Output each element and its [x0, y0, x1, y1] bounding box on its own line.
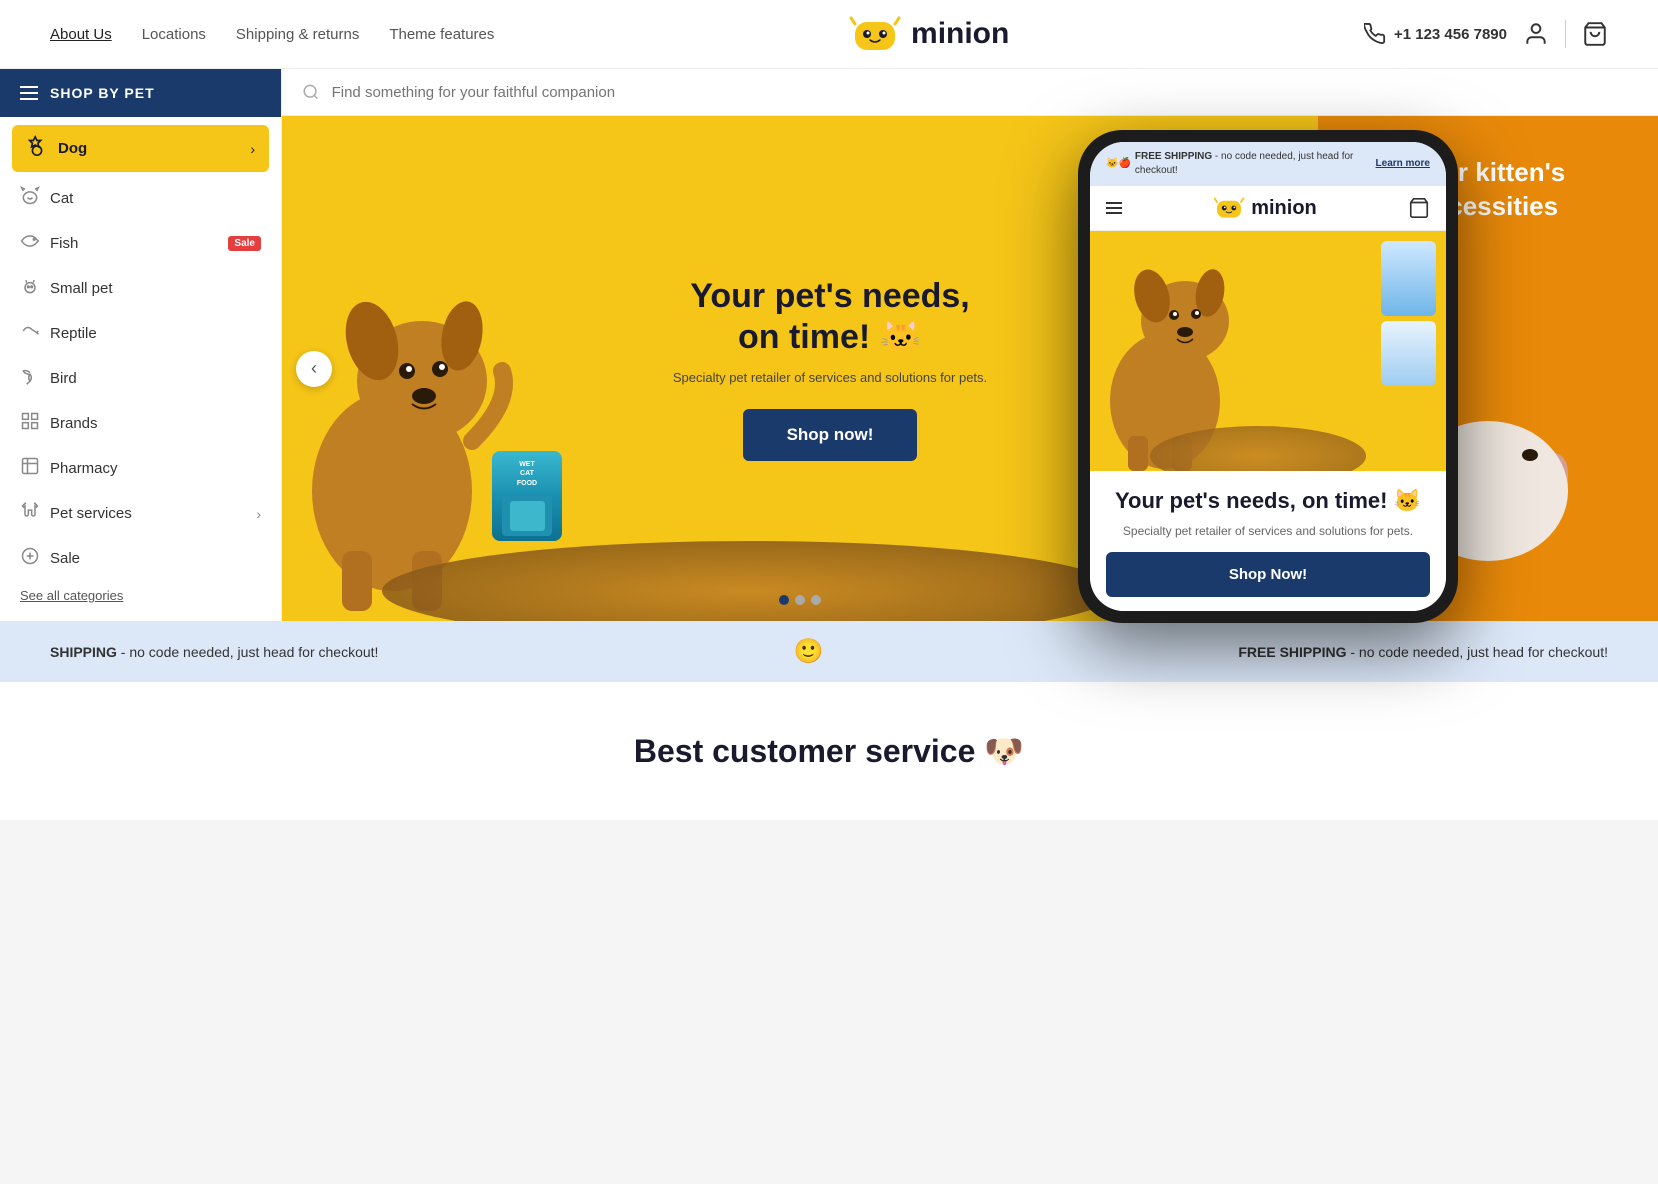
phone-hero-subtitle: Specialty pet retailer of services and s… [1106, 524, 1430, 538]
hero-dot-2[interactable] [795, 595, 805, 605]
search-area [282, 69, 1658, 116]
phone-area: +1 123 456 7890 [1364, 23, 1507, 45]
phone-shop-now-button[interactable]: Shop Now! [1106, 552, 1430, 597]
phone-cart-icon[interactable] [1408, 197, 1430, 219]
top-nav: About Us Locations Shipping & returns Th… [0, 0, 1658, 69]
small-pet-icon [20, 276, 40, 301]
free-shipping-prefix: FREE SHIPPING [1238, 644, 1346, 660]
dog-arrow: › [250, 141, 255, 157]
sidebar-item-cat[interactable]: Cat [0, 176, 281, 221]
sidebar-item-reptile[interactable]: Reptile [0, 311, 281, 356]
sidebar-item-small-pet[interactable]: Small pet [0, 266, 281, 311]
pharmacy-icon [20, 456, 40, 481]
sidebar-item-pharmacy[interactable]: Pharmacy [0, 446, 281, 491]
sidebar-pharmacy-label: Pharmacy [50, 460, 118, 477]
sidebar-item-brands[interactable]: Brands [0, 401, 281, 446]
nav-right: +1 123 456 7890 [1364, 20, 1608, 48]
sidebar-item-bird[interactable]: Bird [0, 356, 281, 401]
reptile-icon [20, 321, 40, 346]
sidebar-item-dog[interactable]: Dog › [12, 125, 269, 172]
sidebar-item-fish[interactable]: Fish Sale [0, 221, 281, 266]
sidebar-cat-label: Cat [50, 190, 261, 207]
sidebar-bird-label: Bird [50, 370, 77, 387]
mobile-phone-overlay: 🐱🍎 FREE SHIPPING - no code needed, just … [1078, 130, 1458, 623]
sidebar-header-label: SHOP BY PET [50, 85, 155, 101]
shipping-emoji: 🙂 [793, 637, 823, 666]
logo-area: minion [849, 14, 1009, 54]
phone-packages [1381, 241, 1436, 386]
phone-logo-text: minion [1251, 197, 1317, 220]
hero-content: Your pet's needs, on time! 🐱 Specialty p… [670, 276, 990, 461]
nav-theme-features[interactable]: Theme features [389, 26, 494, 43]
sale-icon [20, 546, 40, 571]
best-service-title: Best customer service 🐶 [30, 732, 1628, 770]
pet-services-icon [20, 501, 40, 526]
hero-dots [779, 595, 821, 605]
best-service-section: Best customer service 🐶 [0, 682, 1658, 820]
sidebar-dog-label: Dog [58, 140, 240, 157]
phone-learn-more[interactable]: Learn more [1376, 157, 1430, 171]
logo-icon [849, 14, 901, 54]
free-shipping-text: - no code needed, just head for checkout… [1346, 644, 1608, 660]
hamburger-icon[interactable] [20, 86, 38, 100]
hero-dot-1[interactable] [779, 595, 789, 605]
phone-screen: 🐱🍎 FREE SHIPPING - no code needed, just … [1090, 142, 1446, 611]
phone-number: +1 123 456 7890 [1394, 26, 1507, 43]
logo-text: minion [911, 17, 1009, 51]
phone-icon [1364, 23, 1386, 45]
user-icon[interactable] [1523, 21, 1549, 47]
phone-hero-section [1090, 231, 1446, 471]
sidebar-reptile-label: Reptile [50, 325, 97, 342]
pet-services-arrow: › [256, 506, 261, 522]
nav-shipping-returns[interactable]: Shipping & returns [236, 26, 359, 43]
phone-nav: minion [1090, 186, 1446, 231]
phone-logo-area: minion [1213, 196, 1317, 220]
phone-hamburger[interactable] [1106, 202, 1122, 214]
phone-pkg-1 [1381, 241, 1436, 316]
sidebar-pet-services-label: Pet services [50, 505, 246, 522]
sidebar-brands-label: Brands [50, 415, 98, 432]
fish-sale-badge: Sale [228, 236, 261, 251]
phone-pkg-2 [1381, 321, 1436, 386]
search-icon [302, 83, 320, 101]
shipping-text-content: - no code needed, just head for checkout… [117, 644, 379, 660]
fish-icon [20, 231, 40, 256]
phone-logo-icon [1213, 196, 1245, 220]
hero-title: Your pet's needs, on time! 🐱 [670, 276, 990, 358]
cart-icon[interactable] [1582, 21, 1608, 47]
hero-subtitle: Specialty pet retailer of services and s… [670, 370, 990, 385]
shipping-text-left: SHIPPING - no code needed, just head for… [50, 644, 378, 660]
nav-about-us[interactable]: About Us [50, 26, 112, 43]
sidebar-fish-label: Fish [50, 235, 214, 252]
phone-frame: 🐱🍎 FREE SHIPPING - no code needed, just … [1078, 130, 1458, 623]
sidebar-item-sale[interactable]: Sale [0, 536, 281, 581]
hero-dot-3[interactable] [811, 595, 821, 605]
phone-hero-below: Your pet's needs, on time! 🐱 Specialty p… [1090, 471, 1446, 611]
shipping-text-right: FREE SHIPPING - no code needed, just hea… [1238, 644, 1608, 660]
wet-cat-can: WETCATFOOD [492, 451, 562, 541]
brands-icon [20, 411, 40, 436]
shipping-prefix: SHIPPING [50, 644, 117, 660]
hero-prev-button[interactable]: ‹ [296, 351, 332, 387]
bird-icon [20, 366, 40, 391]
nav-locations[interactable]: Locations [142, 26, 206, 43]
cat-icon [20, 186, 40, 211]
search-input[interactable] [332, 84, 1638, 101]
phone-shipping-emoji: 🐱🍎 [1106, 157, 1131, 171]
nav-links: About Us Locations Shipping & returns Th… [50, 26, 494, 43]
sidebar-item-pet-services[interactable]: Pet services › [0, 491, 281, 536]
sidebar-small-pet-label: Small pet [50, 280, 113, 297]
sidebar-sale-label: Sale [50, 550, 80, 567]
shop-now-button[interactable]: Shop now! [743, 409, 918, 461]
phone-shipping-strip: 🐱🍎 FREE SHIPPING - no code needed, just … [1090, 142, 1446, 186]
divider [1565, 20, 1566, 48]
see-all-categories[interactable]: See all categories [0, 581, 281, 621]
phone-shipping-text: FREE SHIPPING - no code needed, just hea… [1135, 150, 1372, 178]
sidebar: SHOP BY PET Dog › [0, 69, 282, 621]
dog-icon [26, 135, 48, 162]
sidebar-header: SHOP BY PET [0, 69, 281, 117]
phone-hero-title: Your pet's needs, on time! 🐱 [1106, 487, 1430, 516]
shipping-bar: SHIPPING - no code needed, just head for… [0, 621, 1658, 682]
